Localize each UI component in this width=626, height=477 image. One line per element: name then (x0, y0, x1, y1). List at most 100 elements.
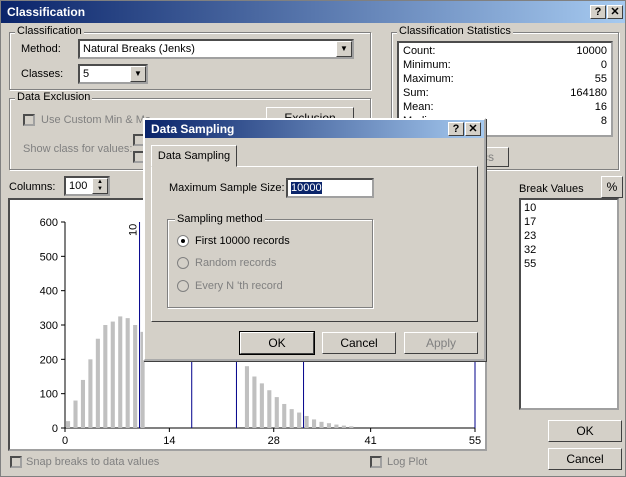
stat-value: 16 (594, 101, 607, 113)
columns-label: Columns: (9, 181, 56, 193)
histogram-bar (334, 424, 339, 428)
classes-select[interactable]: 5 ▼ (78, 64, 148, 84)
histogram-bar (95, 338, 100, 428)
stat-key: Sum: (403, 87, 429, 99)
histogram-bar (73, 400, 78, 428)
histogram-bar (319, 421, 324, 428)
histogram-bar (103, 325, 108, 428)
method-select[interactable]: Natural Breaks (Jenks) ▼ (78, 39, 354, 59)
histogram-bar (304, 415, 309, 428)
classes-label: Classes: (21, 68, 64, 80)
histogram-bar (274, 397, 279, 428)
histogram-bar (282, 403, 287, 428)
histogram-bar (341, 425, 346, 428)
histogram-bar (80, 379, 86, 428)
histogram-bar (297, 412, 302, 428)
dialog-apply-button[interactable]: Apply (404, 332, 478, 354)
break-label: 10 (128, 224, 140, 236)
snap-breaks-label: Snap breaks to data values (26, 456, 160, 468)
stat-value: 0 (600, 59, 607, 71)
histogram-bar (289, 409, 294, 428)
stat-value: 10000 (576, 45, 607, 57)
columns-value: 100 (69, 180, 88, 192)
break-values-label: Break Values (519, 183, 584, 195)
window-title: Classification (7, 5, 86, 19)
dialog-help-button[interactable]: ? (448, 122, 464, 136)
max-sample-value: 10000 (291, 182, 322, 194)
y-tick-label: 600 (40, 217, 58, 229)
x-tick-label: 14 (163, 435, 175, 447)
y-tick-label: 200 (40, 354, 58, 366)
help-button[interactable]: ? (590, 5, 606, 19)
y-tick-label: 400 (40, 286, 58, 298)
random-records-label: Random records (195, 257, 277, 269)
stat-value: 8 (600, 115, 607, 127)
every-nth-radio[interactable] (177, 280, 189, 292)
stat-value: 164180 (570, 87, 607, 99)
break-values-list[interactable]: 10 17 23 32 55 (519, 198, 619, 410)
cancel-button[interactable]: Cancel (548, 448, 622, 470)
histogram-bar (326, 423, 332, 428)
dialog-cancel-button[interactable]: Cancel (322, 332, 396, 354)
snap-breaks-checkbox[interactable] (10, 456, 22, 468)
histogram-bar (244, 366, 250, 428)
every-nth-label: Every N 'th record (195, 280, 283, 292)
break-value-item[interactable]: 32 (524, 243, 614, 257)
y-tick-label: 500 (40, 251, 58, 263)
log-plot-label: Log Plot (387, 456, 428, 468)
first-records-label: First 10000 records (195, 235, 290, 247)
stat-key: Count: (403, 45, 436, 57)
break-value-item[interactable]: 23 (524, 229, 614, 243)
statistics-group-label: Classification Statistics (397, 25, 513, 37)
histogram-bar (252, 376, 257, 428)
random-records-radio[interactable] (177, 257, 189, 269)
tab-data-sampling[interactable]: Data Sampling (151, 145, 237, 167)
use-custom-checkbox[interactable] (23, 114, 35, 126)
y-tick-label: 0 (52, 423, 58, 435)
stat-key: Minimum: (403, 59, 451, 71)
x-tick-label: 41 (365, 435, 377, 447)
histogram-bar (312, 419, 317, 428)
break-value-item[interactable]: 10 (524, 201, 614, 215)
histogram-bar (259, 383, 264, 428)
histogram-bar (133, 325, 138, 428)
close-button[interactable]: ✕ (607, 5, 623, 19)
break-value-item[interactable]: 17 (524, 215, 614, 229)
chevron-down-icon[interactable]: ▼ (130, 66, 146, 82)
data-exclusion-group-label: Data Exclusion (15, 91, 93, 103)
max-sample-label: Maximum Sample Size: (169, 182, 285, 194)
sampling-method-label: Sampling method (175, 213, 265, 225)
stat-value: 55 (594, 73, 607, 85)
classes-value: 5 (83, 68, 90, 80)
histogram-bar (349, 426, 354, 428)
histogram-bar (66, 421, 71, 428)
dialog-close-button[interactable]: ✕ (465, 122, 481, 136)
stat-key: Maximum: (403, 73, 454, 85)
percent-button[interactable]: % (601, 176, 623, 198)
histogram-bar (267, 390, 272, 428)
histogram-bar (88, 359, 93, 428)
histogram-bar (118, 316, 123, 428)
ok-button[interactable]: OK (548, 420, 622, 442)
columns-input[interactable]: 100 ▲ ▼ (64, 176, 110, 196)
max-sample-input[interactable]: 10000 (286, 178, 374, 198)
chevron-down-icon[interactable]: ▼ (336, 41, 352, 57)
dialog-ok-button[interactable]: OK (239, 331, 315, 355)
method-value: Natural Breaks (Jenks) (83, 43, 195, 55)
classification-window: Classification ? ✕ Classification Method… (0, 0, 626, 477)
spinner-icon[interactable]: ▲ ▼ (92, 178, 108, 194)
first-records-radio[interactable] (177, 235, 189, 247)
dialog-title: Data Sampling (151, 122, 235, 136)
histogram-bar (110, 321, 115, 428)
use-custom-label: Use Custom Min & Ma (41, 114, 152, 126)
x-tick-label: 0 (62, 435, 68, 447)
data-sampling-dialog: Data Sampling ? ✕ Data Sampling Maximum … (143, 118, 486, 361)
histogram-bar (125, 318, 130, 428)
title-bar: Classification ? ✕ (1, 1, 625, 23)
stat-key: Mean: (403, 101, 434, 113)
y-tick-label: 100 (40, 389, 58, 401)
method-label: Method: (21, 43, 61, 55)
x-tick-label: 28 (268, 435, 280, 447)
log-plot-checkbox[interactable] (370, 456, 382, 468)
break-value-item[interactable]: 55 (524, 257, 614, 271)
